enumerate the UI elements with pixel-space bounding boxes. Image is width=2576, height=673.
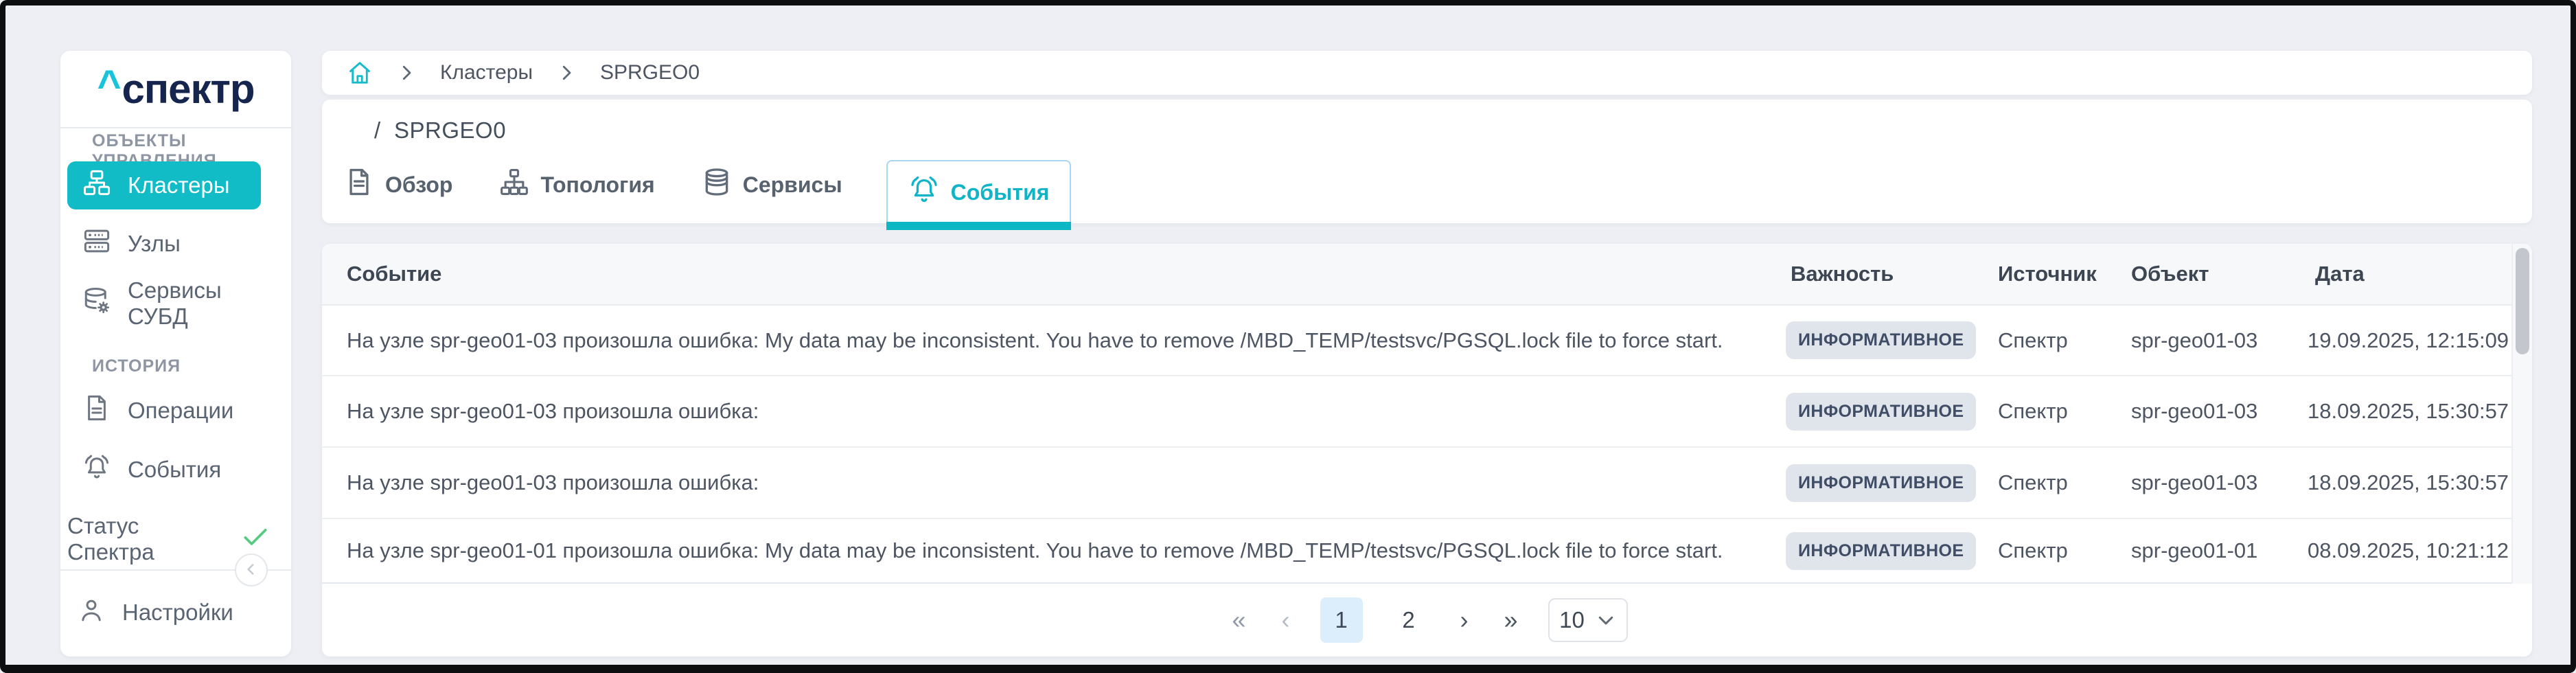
chevron-left-icon bbox=[242, 560, 260, 580]
bell-icon bbox=[908, 174, 940, 211]
chevron-right-icon bbox=[556, 62, 577, 83]
tab-label: События bbox=[951, 180, 1050, 205]
sidebar-item-label: Узлы bbox=[128, 231, 181, 257]
breadcrumb-item-current: SPRGEO0 bbox=[600, 61, 700, 84]
sidebar-section-history: ИСТОРИЯ bbox=[92, 356, 181, 376]
source-cell: Спектр bbox=[1998, 399, 2131, 424]
page-size-select[interactable]: 10 bbox=[1548, 598, 1628, 642]
pagination-prev-button[interactable]: ‹ bbox=[1276, 603, 1296, 637]
table-header-row: Событие Важность Источник Объект Дата bbox=[322, 244, 2511, 306]
sidebar-item-label: Сервисы СУБД bbox=[128, 277, 261, 330]
tab-label: Обзор bbox=[385, 172, 452, 198]
table-row[interactable]: На узле spr-geo01-03 произошла ошибка: И… bbox=[322, 376, 2511, 448]
app-logo: ^спектр bbox=[60, 51, 291, 128]
pagination-next-button[interactable]: › bbox=[1455, 603, 1474, 637]
pagination-page-1[interactable]: 1 bbox=[1320, 597, 1363, 643]
object-cell: spr-geo01-01 bbox=[2131, 538, 2306, 563]
servers-icon bbox=[82, 227, 111, 261]
database-icon bbox=[702, 167, 732, 203]
tab-events[interactable]: События bbox=[886, 160, 1072, 223]
date-cell: 18.09.2025, 15:30:57 bbox=[2306, 470, 2511, 495]
sidebar-item-operations[interactable]: Операции bbox=[67, 387, 261, 435]
cluster-panel: / SPRGEO0 Обзор Топология bbox=[322, 100, 2532, 223]
pagination: « ‹ 1 2 › » 10 bbox=[322, 584, 2532, 657]
user-icon bbox=[77, 595, 106, 630]
sidebar-item-label: Операции bbox=[128, 398, 233, 424]
sidebar-item-clusters[interactable]: Кластеры bbox=[67, 161, 261, 209]
tab-services[interactable]: Сервисы bbox=[699, 167, 845, 223]
table-scrollbar-track bbox=[2511, 244, 2532, 584]
tab-bar: Обзор Топология bbox=[341, 160, 1071, 223]
database-gear-icon bbox=[82, 286, 111, 321]
object-cell: spr-geo01-03 bbox=[2131, 470, 2306, 495]
tab-topology[interactable]: Топология bbox=[496, 167, 657, 223]
sidebar-item-label: Настройки bbox=[122, 600, 233, 626]
chevron-right-icon bbox=[396, 62, 417, 83]
event-cell: На узле spr-geo01-03 произошла ошибка: M… bbox=[322, 328, 1786, 353]
object-cell: spr-geo01-03 bbox=[2131, 399, 2306, 424]
sidebar-item-events[interactable]: События bbox=[67, 446, 261, 494]
severity-cell: ИНФОРМАТИВНОЕ bbox=[1786, 321, 1998, 359]
severity-badge: ИНФОРМАТИВНОЕ bbox=[1786, 321, 1976, 359]
sidebar-item-settings[interactable]: Настройки bbox=[67, 589, 261, 637]
tab-label: Топология bbox=[540, 172, 654, 198]
sidebar-status-label: Статус Спектра bbox=[67, 513, 222, 565]
event-cell: На узле spr-geo01-03 произошла ошибка: bbox=[322, 399, 1786, 424]
sidebar-item-label: Кластеры bbox=[128, 172, 230, 198]
chevron-down-icon bbox=[1596, 610, 1616, 630]
column-header-source[interactable]: Источник bbox=[1998, 262, 2131, 286]
check-icon bbox=[240, 521, 271, 557]
severity-badge: ИНФОРМАТИВНОЕ bbox=[1786, 532, 1976, 570]
table-row[interactable]: На узле spr-geo01-01 произошла ошибка: M… bbox=[322, 519, 2511, 584]
document-icon bbox=[344, 167, 374, 203]
source-cell: Спектр bbox=[1998, 328, 2131, 353]
bell-icon bbox=[82, 453, 111, 487]
table-row[interactable]: На узле spr-geo01-03 произошла ошибка: И… bbox=[322, 448, 2511, 519]
column-header-event[interactable]: Событие bbox=[322, 262, 1786, 286]
event-cell: На узле spr-geo01-01 произошла ошибка: M… bbox=[322, 538, 1786, 563]
sidebar-status: Статус Спектра bbox=[67, 515, 271, 563]
object-cell: spr-geo01-03 bbox=[2131, 328, 2306, 353]
source-cell: Спектр bbox=[1998, 470, 2131, 495]
document-icon bbox=[82, 393, 111, 428]
table-scrollbar-thumb[interactable] bbox=[2516, 248, 2529, 354]
column-header-date[interactable]: Дата bbox=[2306, 262, 2511, 286]
breadcrumb: Кластеры SPRGEO0 bbox=[322, 51, 2532, 95]
sidebar-item-nodes[interactable]: Узлы bbox=[67, 220, 261, 268]
column-header-object[interactable]: Объект bbox=[2131, 262, 2306, 286]
date-cell: 19.09.2025, 12:15:09 bbox=[2306, 328, 2511, 353]
topology-icon bbox=[499, 167, 529, 203]
severity-cell: ИНФОРМАТИВНОЕ bbox=[1786, 464, 1998, 502]
events-table-card: Событие Важность Источник Объект Дата На… bbox=[322, 244, 2532, 657]
severity-cell: ИНФОРМАТИВНОЕ bbox=[1786, 393, 1998, 431]
pagination-page-2[interactable]: 2 bbox=[1388, 597, 1430, 643]
pagination-last-button[interactable]: » bbox=[1499, 603, 1523, 637]
sidebar-item-label: События bbox=[128, 457, 221, 483]
event-cell: На узле spr-geo01-03 произошла ошибка: bbox=[322, 470, 1786, 495]
table-row[interactable]: На узле spr-geo01-03 произошла ошибка: M… bbox=[322, 306, 2511, 376]
home-icon[interactable] bbox=[347, 60, 373, 86]
sidebar-collapse-button[interactable] bbox=[235, 554, 268, 586]
tab-label: Сервисы bbox=[743, 172, 842, 198]
tab-overview[interactable]: Обзор bbox=[341, 167, 455, 223]
cluster-icon bbox=[82, 168, 111, 203]
pagination-first-button[interactable]: « bbox=[1226, 603, 1251, 637]
severity-cell: ИНФОРМАТИВНОЕ bbox=[1786, 532, 1998, 570]
date-cell: 18.09.2025, 15:30:57 bbox=[2306, 399, 2511, 424]
date-cell: 08.09.2025, 10:21:12 bbox=[2306, 538, 2511, 563]
sidebar: ^спектр ОБЪЕКТЫ УПРАВЛЕНИЯ Кластеры Узлы bbox=[60, 51, 291, 657]
logo-caret-icon: ^ bbox=[97, 61, 120, 109]
source-cell: Спектр bbox=[1998, 538, 2131, 563]
sidebar-item-db-services[interactable]: Сервисы СУБД bbox=[67, 280, 261, 328]
column-header-severity[interactable]: Важность bbox=[1786, 262, 1998, 286]
severity-badge: ИНФОРМАТИВНОЕ bbox=[1786, 464, 1976, 502]
logo-text: спектр bbox=[122, 65, 255, 113]
page-title: / SPRGEO0 bbox=[374, 117, 506, 144]
severity-badge: ИНФОРМАТИВНОЕ bbox=[1786, 393, 1976, 431]
page-size-value: 10 bbox=[1559, 607, 1585, 633]
breadcrumb-item-clusters[interactable]: Кластеры bbox=[440, 61, 533, 84]
